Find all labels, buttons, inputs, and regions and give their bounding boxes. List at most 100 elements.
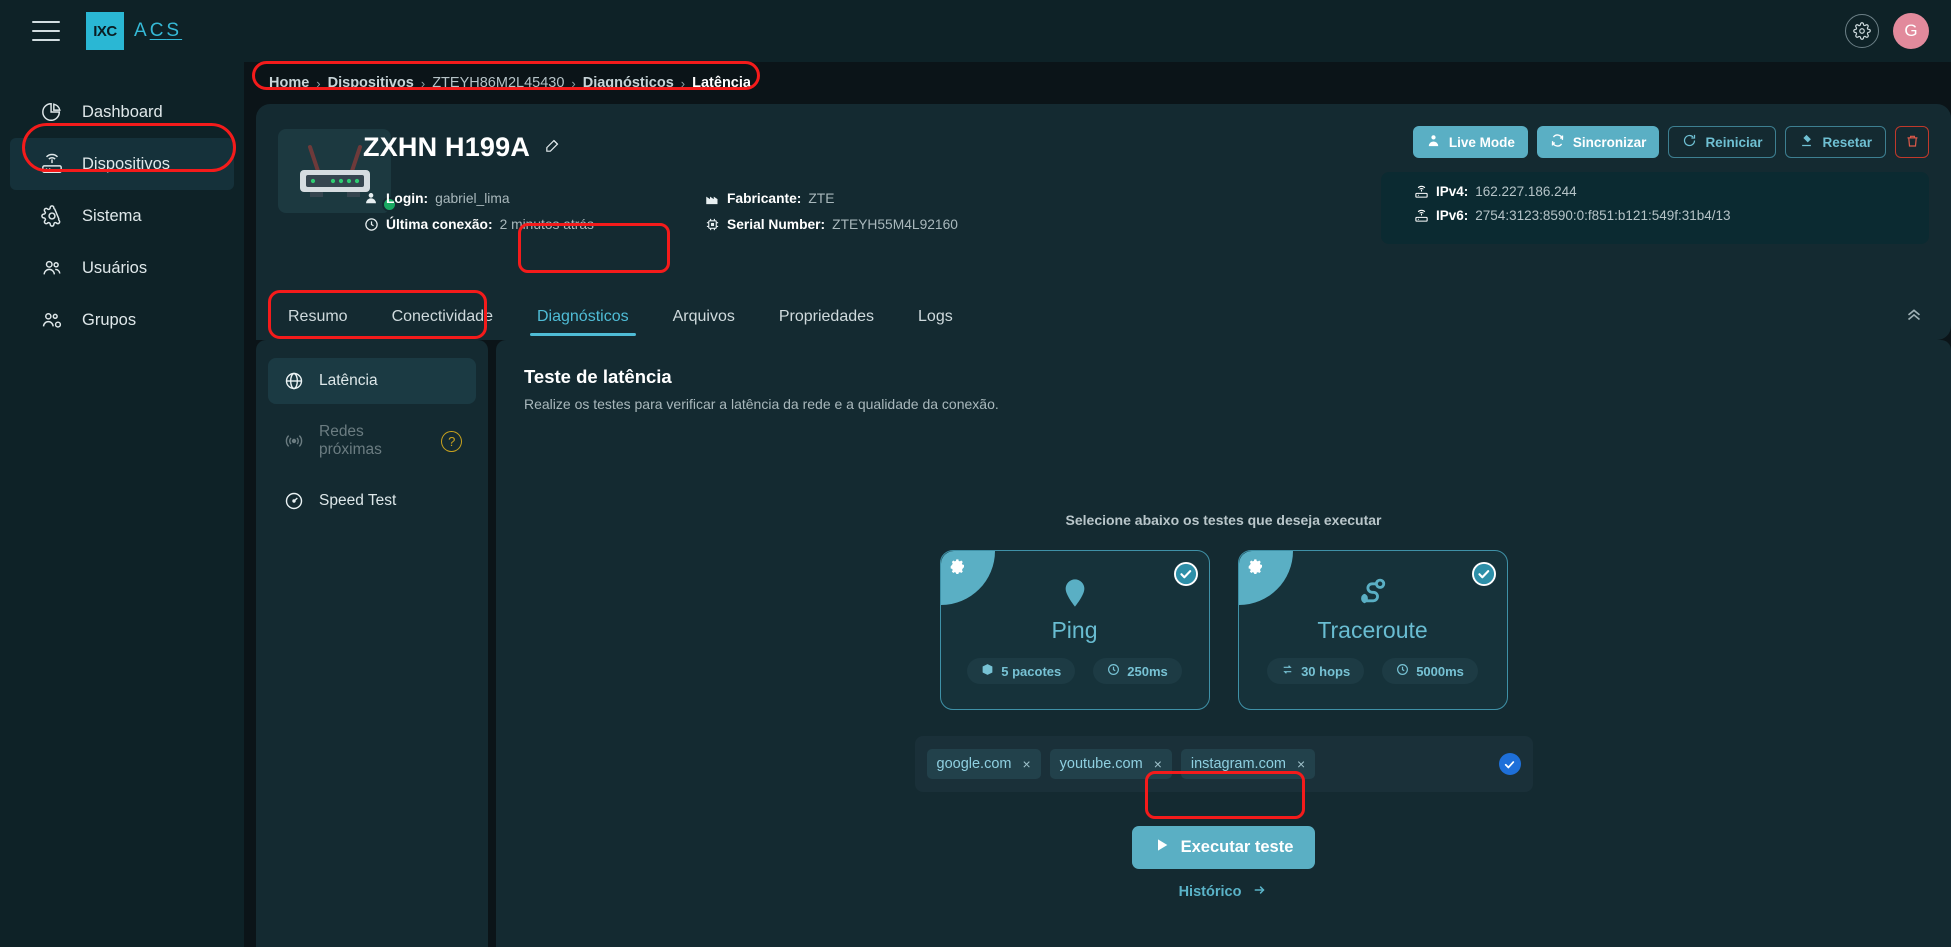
confirm-targets-check-icon[interactable] — [1498, 753, 1521, 775]
device-actions: Live Mode Sincronizar Reiniciar Resetar — [1412, 126, 1929, 158]
tab-label: Resumo — [288, 308, 348, 325]
traceroute-timeout-chip: 5000ms — [1382, 658, 1478, 684]
breadcrumb-item-dispositivos[interactable]: Dispositivos — [328, 75, 414, 91]
resetar-button[interactable]: Resetar — [1785, 126, 1886, 158]
subnav-item-redes-proximas: Redes próximas ? — [268, 418, 476, 464]
breadcrumb-bar: Home › Dispositivos › ZTEYH86M2L45430 › … — [244, 62, 1951, 104]
help-icon[interactable]: ? — [441, 430, 462, 452]
device-login: Login: gabriel_lima — [363, 190, 510, 206]
latency-test-panel: Teste de latência Realize os testes para… — [496, 340, 1951, 947]
delete-device-button[interactable] — [1895, 126, 1929, 158]
edit-pencil-icon[interactable] — [544, 137, 561, 159]
device-ip-panel: IPv4: 162.227.186.244 IPv6: 2754:3123:85… — [1381, 172, 1929, 244]
tab-label: Propriedades — [778, 308, 875, 325]
ixc-logo[interactable]: IXC — [86, 12, 124, 50]
pie-chart-icon — [40, 100, 64, 124]
sidebar-item-label: Usuários — [82, 258, 148, 277]
device-ipv4: IPv4: 162.227.186.244 — [1413, 183, 1929, 199]
gear-icon[interactable] — [1845, 14, 1879, 48]
sidebar-item-grupos[interactable]: Grupos — [10, 294, 234, 346]
live-person-icon — [1426, 133, 1441, 151]
ping-packets-label: 5 pacotes — [1001, 663, 1062, 679]
sidebar-item-dashboard[interactable]: Dashboard — [10, 86, 234, 138]
breadcrumb-separator: › — [420, 75, 426, 91]
device-ipv6-value: 2754:3123:8590:0:f851:b121:549f:31b4/13 — [1475, 207, 1731, 223]
traceroute-selected-check-circle-icon[interactable] — [1471, 562, 1496, 586]
app-root: IXC ACS G Dashboard Dispositivos Sistema… — [0, 0, 1951, 947]
device-name: ZXHN H199A — [363, 132, 531, 162]
users-icon — [40, 256, 64, 280]
device-manufacturer-value: ZTE — [808, 190, 835, 206]
ping-card-title: Ping — [1051, 617, 1098, 643]
router-small-icon — [1413, 207, 1429, 223]
remove-tag-icon[interactable]: × — [1022, 756, 1030, 772]
reiniciar-button[interactable]: Reiniciar — [1668, 126, 1777, 158]
subnav-item-label: Speed Test — [319, 492, 397, 509]
tab-list: Resumo Conectividade Diagnósticos Arquiv… — [256, 290, 972, 340]
device-summary-panel: ZXHN H199A Login: gabriel_lima Última co… — [256, 104, 1951, 290]
subnav-item-speed-test[interactable]: Speed Test — [268, 478, 476, 524]
arrow-right-icon — [1252, 883, 1268, 901]
panel-title: Teste de latência — [524, 366, 672, 387]
sidebar-item-label: Sistema — [82, 206, 142, 225]
live-mode-button[interactable]: Live Mode — [1412, 126, 1528, 158]
device-ipv6-label: IPv6: — [1436, 207, 1469, 223]
tab-arquivos[interactable]: Arquivos — [654, 294, 754, 340]
breadcrumb-item-diagnosticos[interactable]: Diagnósticos — [583, 75, 674, 91]
hamburger-menu-icon[interactable] — [32, 21, 60, 41]
sidebar-item-dispositivos[interactable]: Dispositivos — [10, 138, 234, 190]
breadcrumb-item-serial[interactable]: ZTEYH86M2L45430 — [432, 75, 564, 91]
avatar[interactable]: G — [1893, 13, 1929, 49]
remove-tag-icon[interactable]: × — [1154, 756, 1162, 772]
ping-settings-button[interactable] — [940, 551, 995, 605]
tab-label: Diagnósticos — [536, 308, 629, 325]
tab-diagnosticos[interactable]: Diagnósticos — [518, 294, 648, 340]
diagnostics-content: Latência Redes próximas ? Speed Test Tes… — [256, 340, 1951, 947]
tab-logs[interactable]: Logs — [899, 294, 972, 340]
diagnostics-subnav: Latência Redes próximas ? Speed Test — [256, 340, 488, 947]
device-manufacturer: Fabricante: ZTE — [704, 190, 834, 206]
user-group-settings-icon — [40, 308, 64, 332]
ping-timeout-chip: 250ms — [1093, 658, 1182, 684]
clock-icon — [1396, 663, 1409, 679]
ping-selected-check-circle-icon[interactable] — [1173, 562, 1198, 586]
remove-tag-icon[interactable]: × — [1297, 756, 1305, 772]
target-tag[interactable]: instagram.com × — [1180, 749, 1316, 779]
ping-packets-chip: 5 pacotes — [967, 658, 1076, 684]
device-ipv6: IPv6: 2754:3123:8590:0:f851:b121:549f:31… — [1413, 207, 1929, 223]
historico-link[interactable]: Histórico — [1179, 883, 1269, 901]
chevron-double-up-icon[interactable] — [1903, 303, 1925, 330]
run-test-section: Executar teste Histórico — [524, 826, 1923, 901]
reiniciar-label: Reiniciar — [1705, 134, 1763, 150]
target-tag[interactable]: youtube.com × — [1049, 749, 1172, 779]
sidebar-item-sistema[interactable]: Sistema — [10, 190, 234, 242]
top-bar-actions: G — [1845, 0, 1929, 62]
traceroute-card-title: Traceroute — [1317, 617, 1428, 643]
executar-teste-button[interactable]: Executar teste — [1131, 826, 1316, 869]
tab-resumo[interactable]: Resumo — [269, 294, 367, 340]
target-tag[interactable]: google.com × — [926, 749, 1041, 779]
sidebar-item-label: Grupos — [82, 310, 137, 329]
test-card-list: Ping 5 pacotes 250ms Traceroute 30 hops … — [524, 550, 1923, 710]
traceroute-settings-button[interactable] — [1238, 551, 1293, 605]
target-tag-label: instagram.com — [1190, 756, 1286, 772]
play-icon — [1154, 837, 1170, 858]
device-login-value: gabriel_lima — [435, 190, 510, 206]
test-card-ping[interactable]: Ping 5 pacotes 250ms — [939, 550, 1210, 710]
factory-icon — [704, 190, 720, 206]
clock-icon — [363, 216, 379, 232]
breadcrumb-item-home[interactable]: Home — [269, 75, 309, 91]
subnav-item-latencia[interactable]: Latência — [268, 358, 476, 404]
device-last-connection-label: Última conexão: — [386, 216, 493, 232]
router-small-icon — [1413, 183, 1429, 199]
tab-conectividade[interactable]: Conectividade — [373, 294, 512, 340]
reset-icon — [1799, 133, 1814, 151]
target-hosts-input[interactable]: google.com × youtube.com × instagram.com… — [914, 736, 1533, 792]
ixc-logo-text: IXC — [93, 22, 117, 40]
sidebar-item-usuarios[interactable]: Usuários — [10, 242, 234, 294]
traceroute-card-chips: 30 hops 5000ms — [1267, 658, 1478, 684]
test-card-traceroute[interactable]: Traceroute 30 hops 5000ms — [1237, 550, 1508, 710]
sincronizar-button[interactable]: Sincronizar — [1536, 126, 1660, 158]
tab-propriedades[interactable]: Propriedades — [760, 294, 893, 340]
speedometer-icon — [282, 489, 306, 513]
